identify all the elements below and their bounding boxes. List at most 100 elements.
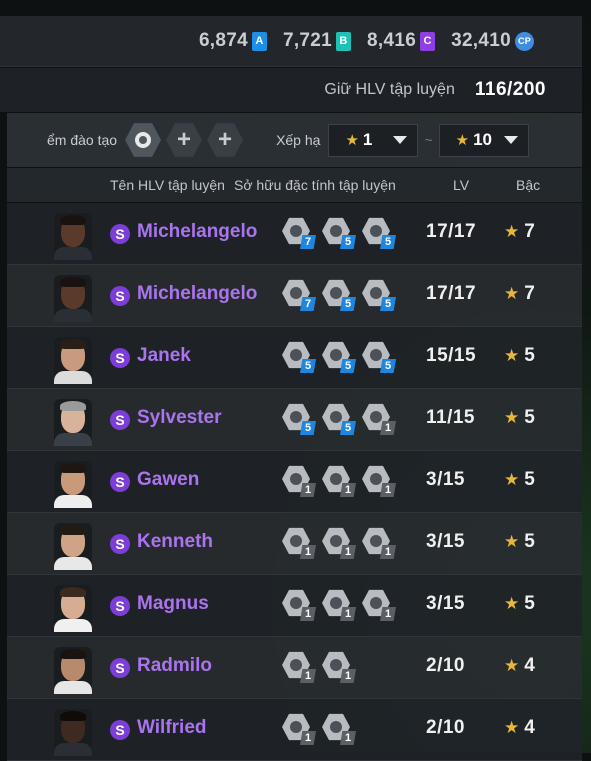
training-trait-icon[interactable]: 1 — [282, 527, 316, 559]
training-trait-icon[interactable]: 5 — [362, 341, 396, 373]
training-trait-icon[interactable]: 1 — [362, 589, 396, 621]
hold-count: 116/200 — [474, 79, 546, 100]
coach-row[interactable]: S Gawen 1 1 1 3/15 ★ 5 — [7, 451, 582, 513]
training-trait-icon[interactable]: 1 — [282, 465, 316, 497]
coach-rank-value: 5 — [524, 469, 535, 490]
training-trait-icon[interactable]: 1 — [282, 589, 316, 621]
rank-to-value: 10 — [473, 130, 492, 149]
trait-level-badge: 5 — [300, 359, 316, 373]
star-icon: ★ — [504, 656, 520, 675]
coach-row[interactable]: S Michelangelo 7 5 5 17/17 ★ 7 — [7, 265, 582, 327]
coach-traits: 11 — [282, 713, 356, 745]
trait-level-badge: 1 — [340, 545, 356, 559]
training-trait-icon[interactable]: 5 — [322, 341, 356, 373]
trait-level-badge: 1 — [340, 669, 356, 683]
coach-hold-bar: Giữ HLV tập luyện 116/200 — [0, 68, 582, 112]
table-header: Tên HLV tập luyện Sở hữu đặc tính tập lu… — [7, 168, 582, 202]
currency-amount: 8,416 — [367, 30, 417, 51]
coach-list: S Michelangelo 7 5 5 17/17 ★ 7 S Michelangelo 7 5 5 1… — [7, 203, 582, 761]
currency-item: 32,410 CP — [451, 30, 534, 52]
training-slot-2[interactable]: + — [166, 123, 203, 157]
column-header-traits[interactable]: Sở hữu đặc tính tập luyện — [234, 177, 396, 193]
training-trait-icon[interactable]: 5 — [362, 217, 396, 249]
trait-level-badge: 1 — [300, 545, 316, 559]
coach-row[interactable]: S Janek 5 5 5 15/15 ★ 5 — [7, 327, 582, 389]
trait-level-badge: 5 — [340, 297, 356, 311]
coach-row[interactable]: S Radmilo 1 1 2/10 ★ 4 — [7, 637, 582, 699]
rank-from-value: 1 — [362, 130, 373, 149]
coach-level: 3/15 — [426, 593, 465, 614]
coach-tier-icon: S — [110, 348, 130, 368]
coach-row[interactable]: S Magnus 1 1 1 3/15 ★ 5 — [7, 575, 582, 637]
coach-tier-icon: S — [110, 534, 130, 554]
coach-level: 3/15 — [426, 531, 465, 552]
training-trait-icon[interactable]: 5 — [322, 403, 356, 435]
coach-name: Wilfried — [137, 717, 207, 738]
training-trait-icon[interactable]: 5 — [322, 217, 356, 249]
training-trait-icon[interactable]: 7 — [282, 279, 316, 311]
coach-level: 17/17 — [426, 283, 477, 304]
coach-row[interactable]: S Kenneth 1 1 1 3/15 ★ 5 — [7, 513, 582, 575]
coach-avatar — [54, 399, 92, 446]
star-icon: ★ — [455, 132, 470, 149]
coach-traits: 7 5 5 — [282, 217, 396, 249]
star-icon: ★ — [504, 718, 520, 737]
trait-level-badge: 1 — [300, 731, 316, 745]
column-header-name[interactable]: Tên HLV tập luyện — [110, 177, 225, 193]
coach-rank: ★ 5 — [504, 593, 535, 615]
training-trait-icon[interactable]: 1 — [362, 527, 396, 559]
coach-name: Sylvester — [137, 407, 222, 428]
coach-row[interactable]: S Wilfried 1 1 2/10 ★ 4 — [7, 699, 582, 761]
training-trait-icon[interactable]: 1 — [322, 527, 356, 559]
trait-level-badge: 5 — [340, 235, 356, 249]
training-trait-icon[interactable]: 1 — [322, 589, 356, 621]
training-trait-icon[interactable]: 1 — [282, 713, 316, 745]
column-header-rank[interactable]: Bậc — [516, 177, 540, 193]
coach-row[interactable]: S Sylvester 5 5 1 11/15 ★ 5 — [7, 389, 582, 451]
currency-amount: 6,874 — [198, 30, 248, 51]
training-trait-icon[interactable]: 1 — [322, 651, 356, 683]
trait-level-badge: 1 — [340, 607, 356, 621]
trait-level-badge: 1 — [380, 421, 396, 435]
trait-level-badge: 7 — [300, 297, 316, 311]
coach-avatar — [54, 647, 92, 694]
coach-avatar — [54, 213, 92, 260]
column-header-level[interactable]: LV — [453, 177, 469, 193]
coach-tier-icon: S — [110, 410, 130, 430]
training-trait-icon[interactable]: 7 — [282, 217, 316, 249]
training-trait-icon[interactable]: 5 — [282, 403, 316, 435]
training-trait-icon[interactable]: 1 — [362, 465, 396, 497]
coach-traits: 11 — [282, 651, 356, 683]
trait-level-badge: 1 — [380, 545, 396, 559]
training-trait-icon[interactable]: 1 — [322, 713, 356, 745]
rank-from-dropdown[interactable]: ★ 1 — [328, 123, 419, 157]
currency-item: 8,416 C — [367, 30, 436, 52]
training-trait-icon[interactable]: 5 — [322, 279, 356, 311]
star-icon: ★ — [345, 132, 359, 149]
coach-level: 3/15 — [426, 469, 465, 490]
coach-traits: 1 1 1 — [282, 589, 396, 621]
training-trait-icon[interactable]: 1 — [282, 651, 316, 683]
training-trait-icon[interactable]: 5 — [282, 341, 316, 373]
hold-label: Giữ HLV tập luyện — [324, 81, 455, 98]
coach-rank-value: 5 — [524, 345, 535, 366]
coach-rank: ★ 5 — [504, 531, 535, 553]
coach-row[interactable]: S Michelangelo 7 5 5 17/17 ★ 7 — [7, 203, 582, 265]
training-trait-icon[interactable]: 1 — [362, 403, 396, 435]
trait-level-badge: 5 — [380, 359, 396, 373]
coach-level: 11/15 — [426, 407, 475, 428]
plus-icon: + — [218, 126, 233, 153]
rank-to-dropdown[interactable]: ★ 10 — [438, 123, 529, 157]
training-slot-3[interactable]: + — [207, 123, 244, 157]
coach-rank: ★ 5 — [504, 345, 535, 367]
currency-b-icon: B — [336, 31, 352, 51]
coach-tier-icon: S — [110, 224, 130, 244]
coach-avatar — [54, 523, 92, 570]
training-slot-1[interactable] — [125, 123, 162, 157]
coach-traits: 1 1 1 — [282, 465, 396, 497]
training-points-label: ểm đào tạo — [47, 132, 118, 148]
star-icon: ★ — [504, 408, 520, 427]
training-trait-icon[interactable]: 5 — [362, 279, 396, 311]
training-trait-icon[interactable]: 1 — [322, 465, 356, 497]
coach-avatar — [54, 275, 92, 322]
